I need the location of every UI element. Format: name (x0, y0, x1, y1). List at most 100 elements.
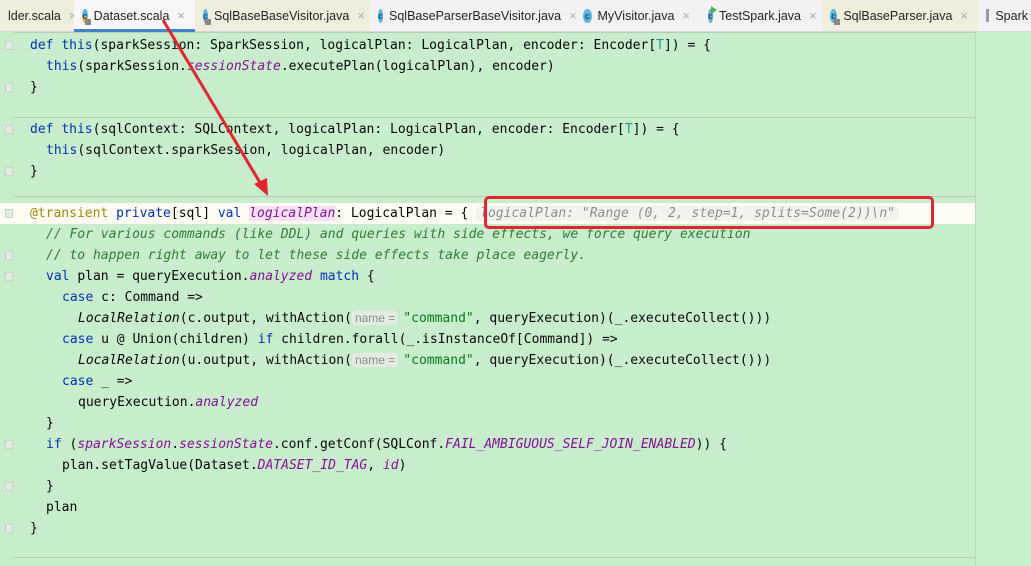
fold-marker-icon[interactable] (5, 125, 13, 134)
code-token: T (656, 38, 664, 53)
code-token: (sparkSession. (77, 59, 187, 74)
code-token: "command" (403, 353, 474, 368)
highlight-box-annotation (484, 196, 934, 229)
code-line: case c: Command => (0, 287, 975, 308)
code-line: } (0, 77, 975, 98)
code-token: T (624, 122, 633, 137)
code-token: children.forall(_.isInstanceOf[Command])… (273, 332, 618, 347)
code-token: case (62, 290, 102, 305)
tab-sqlbaseparser-java[interactable]: c SqlBaseParser.java × (822, 0, 978, 31)
code-line: val plan = queryExecution.analyzed match… (0, 266, 975, 287)
diff-separator (14, 32, 975, 33)
tab-sqlbaseparserbasevisitor-java[interactable]: c SqlBaseParserBaseVisitor.java × (370, 0, 577, 31)
tab-label: SqlBaseParser.java (843, 8, 953, 23)
code-token: this (61, 122, 93, 137)
code-token: queryExecution. (78, 395, 196, 410)
diff-separator (14, 557, 975, 558)
code-token: ( (61, 437, 78, 452)
code-line: queryExecution.analyzed (0, 392, 975, 413)
code-token: (sqlContext: SQLContext, logicalPlan: Lo… (92, 122, 625, 137)
code-token: def (30, 38, 62, 53)
tab-spark[interactable]: Spark (978, 0, 1031, 31)
scala-class-icon: c (82, 8, 91, 25)
code-token: (sparkSession: SparkSession, logicalPlan… (92, 38, 657, 53)
code-line: } (0, 413, 975, 434)
code-line: } (0, 518, 975, 539)
code-token: plan (46, 500, 78, 515)
code-token: } (46, 416, 54, 431)
code-token: DATASET_ID_TAG (257, 458, 368, 473)
java-class-icon: c (378, 8, 384, 23)
code-line: LocalRelation(c.output, withAction(name … (0, 308, 975, 329)
code-token: @transient (30, 206, 117, 221)
code-token: this (61, 38, 93, 53)
code-token: c: Command => (101, 290, 203, 305)
code-token: _ => (101, 374, 133, 389)
code-token: // to happen right away to let these sid… (46, 248, 587, 263)
close-tab-icon[interactable]: × (357, 8, 365, 23)
code-line: def this(sqlContext: SQLContext, logical… (0, 119, 975, 140)
code-token: [sql] (170, 206, 218, 221)
fold-marker-icon[interactable] (5, 251, 13, 260)
fold-marker-icon[interactable] (5, 167, 13, 176)
code-token: sessionState (186, 59, 281, 74)
java-class-icon: c (830, 8, 841, 25)
code-line: this(sqlContext.sparkSession, logicalPla… (0, 140, 975, 161)
code-token: "command" (403, 311, 474, 326)
code-line: if (sparkSession.sessionState.conf.getCo… (0, 434, 975, 455)
fold-marker-icon[interactable] (5, 83, 13, 92)
code-token: analyzed (195, 395, 259, 410)
code-token: ]) = { (663, 38, 711, 53)
tab-label: TestSpark.java (719, 8, 801, 23)
tab-testspark-java[interactable]: c TestSpark.java × (700, 0, 822, 31)
code-token: )) { (695, 437, 727, 452)
fold-marker-icon[interactable] (5, 41, 13, 50)
editor-tab-bar: lder.scala × c Dataset.scala × c SqlBaseBaseVi… (0, 0, 1031, 32)
fold-marker-icon[interactable] (5, 209, 13, 218)
close-tab-icon[interactable]: × (960, 8, 968, 23)
code-token: } (46, 479, 54, 494)
code-token: analyzed (249, 269, 313, 284)
code-token: (sqlContext.sparkSession, logicalPlan, e… (77, 143, 446, 158)
code-token: case (62, 332, 102, 347)
code-line: plan (0, 497, 975, 518)
code-token: } (30, 521, 38, 536)
code-token: // For various commands (like DDL) and q… (46, 227, 751, 242)
close-tab-icon[interactable]: × (682, 8, 690, 23)
code-token: } (30, 80, 38, 95)
fold-marker-icon[interactable] (5, 440, 13, 449)
code-token: .conf.getConf(SQLConf. (272, 437, 446, 452)
code-token: LocalRelation (78, 311, 180, 326)
code-token: u @ Union(children) (101, 332, 258, 347)
tab-lder-scala[interactable]: lder.scala × (0, 0, 76, 31)
code-line: } (0, 476, 975, 497)
code-token: (u.output, withAction( (179, 353, 352, 368)
code-token: case (62, 374, 102, 389)
tab-label: Spark (995, 8, 1028, 23)
tab-sqlbasebasevisitor-java[interactable]: c SqlBaseBaseVisitor.java × (195, 0, 370, 31)
tab-label: lder.scala (8, 8, 61, 23)
code-token: ]) = { (632, 122, 680, 137)
tab-label: SqlBaseBaseVisitor.java (214, 8, 350, 23)
tab-myvisitor-java[interactable]: c MyVisitor.java × (575, 0, 700, 31)
code-line: // to happen right away to let these sid… (0, 245, 975, 266)
code-token: : LogicalPlan = { (335, 206, 477, 221)
fold-marker-icon[interactable] (5, 524, 13, 533)
code-token: LocalRelation (78, 353, 180, 368)
code-token: sparkSession (77, 437, 172, 452)
fold-marker-icon[interactable] (5, 482, 13, 491)
code-token: val (46, 269, 78, 284)
tab-dataset-scala[interactable]: c Dataset.scala × (74, 0, 195, 32)
close-tab-icon[interactable]: × (177, 8, 185, 23)
tab-label: SqlBaseParserBaseVisitor.java (389, 8, 562, 23)
tab-label: MyVisitor.java (597, 8, 675, 23)
code-line: def this(sparkSession: SparkSession, log… (0, 35, 975, 56)
close-tab-icon[interactable]: × (809, 8, 817, 23)
code-editor[interactable]: def this(sparkSession: SparkSession, log… (0, 32, 1031, 566)
fold-marker-icon[interactable] (5, 272, 13, 281)
code-token: plan.setTagValue(Dataset. (62, 458, 258, 473)
code-token: . (171, 437, 180, 452)
code-line: this(sparkSession.sessionState.executePl… (0, 56, 975, 77)
code-line: } (0, 161, 975, 182)
